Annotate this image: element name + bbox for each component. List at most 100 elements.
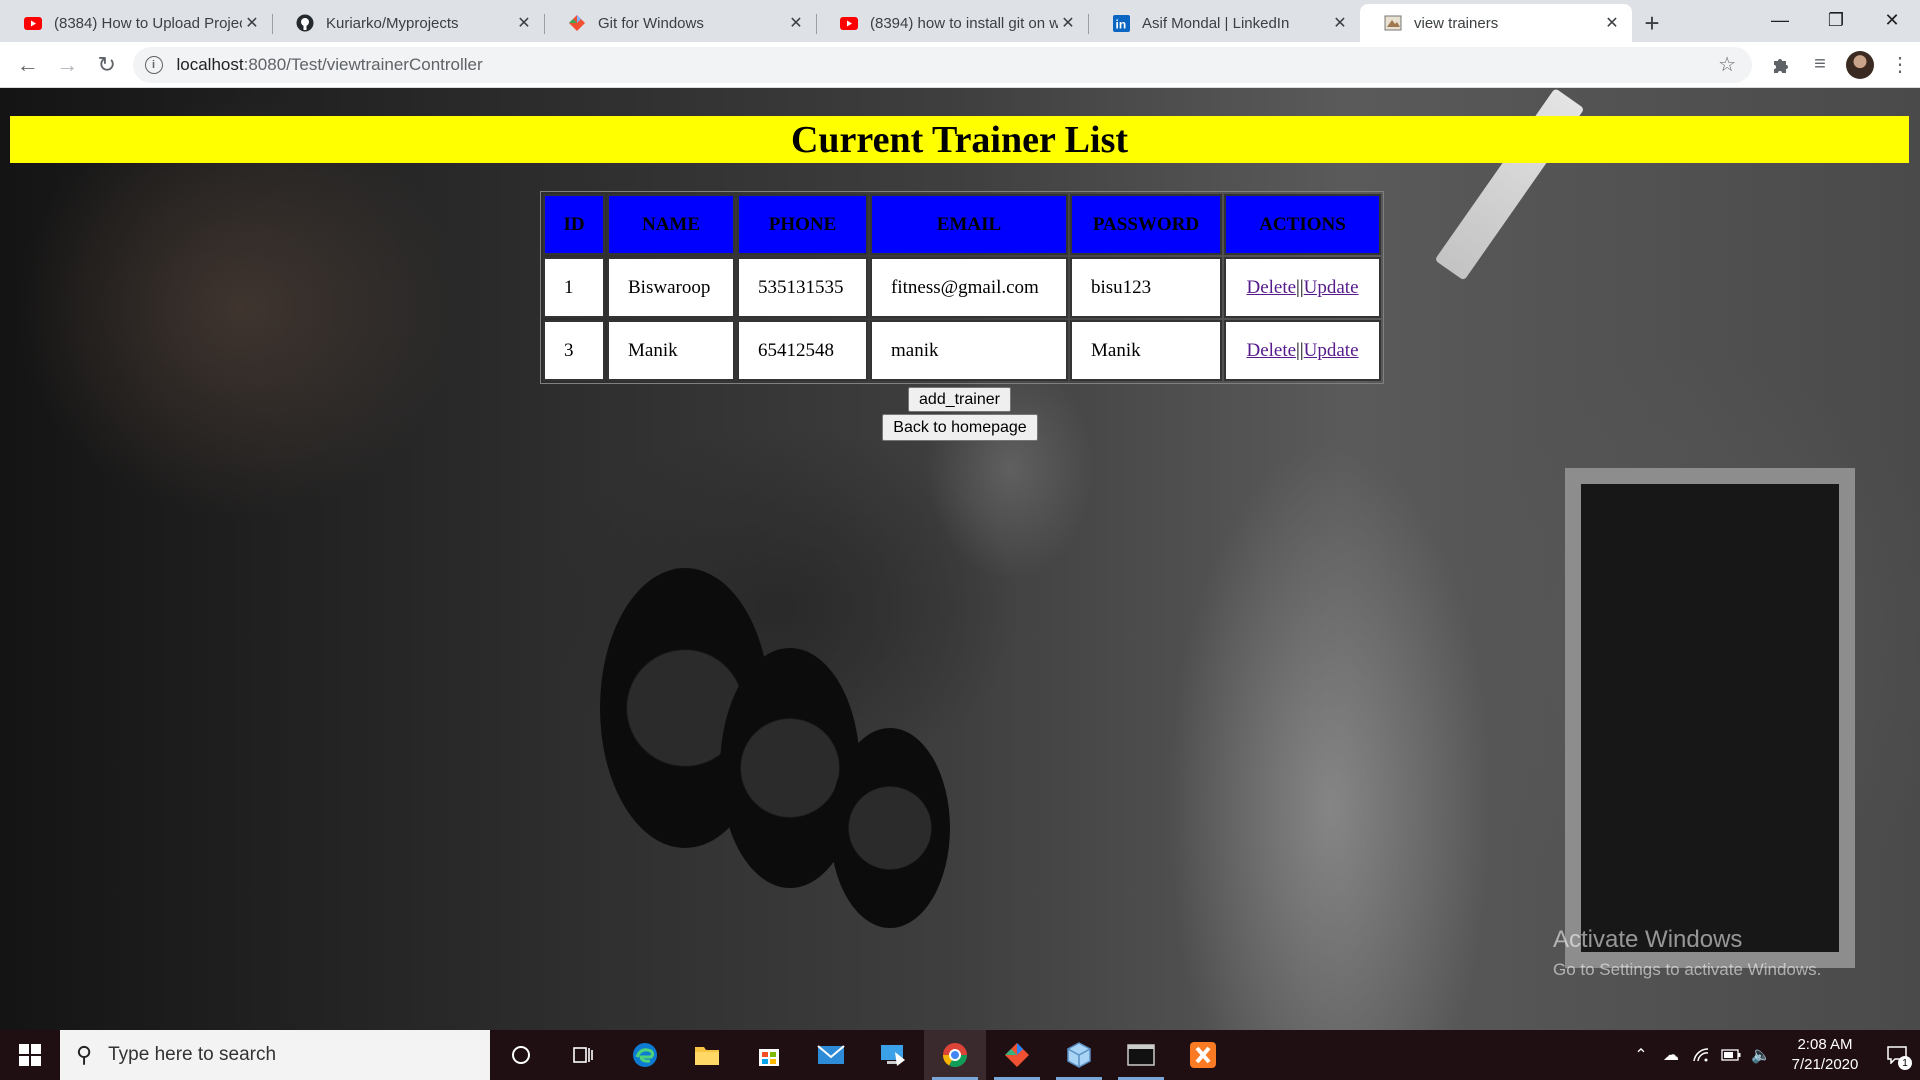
cell-phone: 535131535 <box>737 257 868 318</box>
search-placeholder: Type here to search <box>108 1044 277 1065</box>
delete-link[interactable]: Delete <box>1246 340 1296 361</box>
column-header-password: PASSWORD <box>1070 194 1222 255</box>
cell-actions: Delete||Update <box>1224 257 1381 318</box>
extensions-puzzle-icon[interactable] <box>1760 45 1800 85</box>
tab-title: Git for Windows <box>598 14 704 32</box>
tab-strip: (8384) How to Upload Projec ✕ Kuriarko/M… <box>0 0 1920 42</box>
virtualbox-icon[interactable] <box>1048 1030 1110 1080</box>
reload-icon[interactable]: ↻ <box>87 45 127 85</box>
background-dumbbell <box>830 728 950 928</box>
browser-tab[interactable]: in Asif Mondal | LinkedIn ✕ <box>1088 4 1360 42</box>
microsoft-store-icon[interactable] <box>738 1030 800 1080</box>
cell-id: 3 <box>543 320 605 381</box>
cell-name: Biswaroop <box>607 257 735 318</box>
delete-link[interactable]: Delete <box>1246 277 1296 298</box>
window-controls: — ❐ ✕ <box>1752 0 1920 40</box>
column-header-email: EMAIL <box>870 194 1068 255</box>
menu-kebab-icon[interactable]: ⋮ <box>1880 45 1920 85</box>
avatar[interactable] <box>1846 50 1875 79</box>
close-tab-icon[interactable]: ✕ <box>514 13 534 33</box>
column-header-actions: ACTIONS <box>1224 194 1381 255</box>
new-tab-icon[interactable]: + <box>1632 4 1672 42</box>
volume-icon[interactable]: 🔈 <box>1746 1045 1776 1065</box>
update-link[interactable]: Update <box>1304 277 1359 298</box>
back-arrow-icon[interactable]: ← <box>8 45 48 85</box>
chevron-up-icon[interactable]: ⌃ <box>1626 1045 1656 1065</box>
close-tab-icon[interactable]: ✕ <box>1602 13 1622 33</box>
close-window-icon[interactable]: ✕ <box>1864 0 1920 40</box>
cell-email: manik <box>870 320 1068 381</box>
bookmark-star-icon[interactable]: ☆ <box>1718 52 1736 77</box>
url-path: :8080/Test/viewtrainerController <box>243 54 483 74</box>
cortana-icon[interactable] <box>490 1030 552 1080</box>
chrome-icon[interactable] <box>924 1030 986 1080</box>
notification-count: 1 <box>1898 1056 1912 1070</box>
file-explorer-icon[interactable] <box>676 1030 738 1080</box>
xampp-icon[interactable] <box>1172 1030 1234 1080</box>
table-row: 1 Biswaroop 535131535 fitness@gmail.com … <box>543 257 1381 318</box>
tab-title: Kuriarko/Myprojects <box>326 14 459 32</box>
browser-tab-active[interactable]: view trainers ✕ <box>1360 4 1632 42</box>
add-trainer-button[interactable]: add_trainer <box>908 387 1011 412</box>
onedrive-cloud-icon[interactable]: ☁ <box>1656 1045 1686 1065</box>
browser-tab[interactable]: (8384) How to Upload Projec ✕ <box>0 4 272 42</box>
cell-email: fitness@gmail.com <box>870 257 1068 318</box>
column-header-name: NAME <box>607 194 735 255</box>
wifi-icon[interactable] <box>1686 1047 1716 1063</box>
close-tab-icon[interactable]: ✕ <box>1330 13 1350 33</box>
column-header-id: ID <box>543 194 605 255</box>
background-window <box>1565 468 1855 968</box>
action-separator: || <box>1296 276 1304 298</box>
minimize-icon[interactable]: — <box>1752 0 1808 40</box>
tab-title: Asif Mondal | LinkedIn <box>1142 14 1290 32</box>
browser-tab[interactable]: (8394) how to install git on w ✕ <box>816 4 1088 42</box>
svg-text:in: in <box>1115 17 1126 31</box>
watermark-subtitle: Go to Settings to activate Windows. <box>1553 960 1822 979</box>
taskbar-search[interactable]: ⚲ Type here to search <box>60 1030 490 1080</box>
youtube-icon <box>840 14 858 32</box>
git-icon <box>568 14 586 32</box>
browser-tab[interactable]: Git for Windows ✕ <box>544 4 816 42</box>
page-viewport: Current Trainer List ID NAME PHONE EMAIL… <box>0 88 1920 1030</box>
address-bar[interactable]: i localhost :8080/Test/viewtrainerContro… <box>132 46 1753 83</box>
youtube-icon <box>24 14 42 32</box>
update-link[interactable]: Update <box>1304 340 1359 361</box>
back-to-homepage-button[interactable]: Back to homepage <box>882 414 1038 441</box>
taskbar-clock[interactable]: 2:08 AM 7/21/2020 <box>1782 1035 1868 1075</box>
page-title: Current Trainer List <box>790 118 1129 161</box>
page-icon <box>1384 14 1402 32</box>
trainer-table: ID NAME PHONE EMAIL PASSWORD ACTIONS 1 B… <box>540 191 1384 384</box>
watermark-title: Activate Windows <box>1553 926 1743 953</box>
terminal-icon[interactable] <box>1110 1030 1172 1080</box>
cell-password: Manik <box>1070 320 1222 381</box>
notification-center-icon[interactable]: 1 <box>1874 1030 1920 1080</box>
system-tray: ⌃ ☁ 🔈 2:08 AM 7/21/2020 1 <box>1626 1030 1920 1080</box>
battery-icon[interactable] <box>1716 1049 1746 1061</box>
task-view-icon[interactable] <box>552 1030 614 1080</box>
activation-watermark: Activate Windows Go to Settings to activ… <box>1553 926 1821 980</box>
cell-name: Manik <box>607 320 735 381</box>
forward-arrow-icon[interactable]: → <box>48 45 88 85</box>
table-row: 3 Manik 65412548 manik Manik Delete||Upd… <box>543 320 1381 381</box>
media-queue-icon[interactable]: ≡ <box>1800 45 1840 85</box>
mail-icon[interactable] <box>800 1030 862 1080</box>
tab-title: (8384) How to Upload Projec <box>54 14 242 32</box>
cell-actions: Delete||Update <box>1224 320 1381 381</box>
browser-toolbar: ← → ↻ i localhost :8080/Test/viewtrainer… <box>0 42 1920 88</box>
browser-tab[interactable]: Kuriarko/Myprojects ✕ <box>272 4 544 42</box>
start-button[interactable] <box>0 1030 60 1080</box>
linkedin-icon: in <box>1112 14 1130 32</box>
table-header-row: ID NAME PHONE EMAIL PASSWORD ACTIONS <box>543 194 1381 255</box>
sourcetree-icon[interactable] <box>986 1030 1048 1080</box>
cell-password: bisu123 <box>1070 257 1222 318</box>
remote-desktop-icon[interactable] <box>862 1030 924 1080</box>
close-tab-icon[interactable]: ✕ <box>1058 13 1078 33</box>
restore-icon[interactable]: ❐ <box>1808 0 1864 40</box>
url-host: localhost <box>176 54 244 74</box>
cell-id: 1 <box>543 257 605 318</box>
close-tab-icon[interactable]: ✕ <box>242 13 262 33</box>
edge-icon[interactable] <box>614 1030 676 1080</box>
clock-date: 7/21/2020 <box>1791 1056 1859 1073</box>
info-icon[interactable]: i <box>144 55 163 74</box>
close-tab-icon[interactable]: ✕ <box>786 13 806 33</box>
